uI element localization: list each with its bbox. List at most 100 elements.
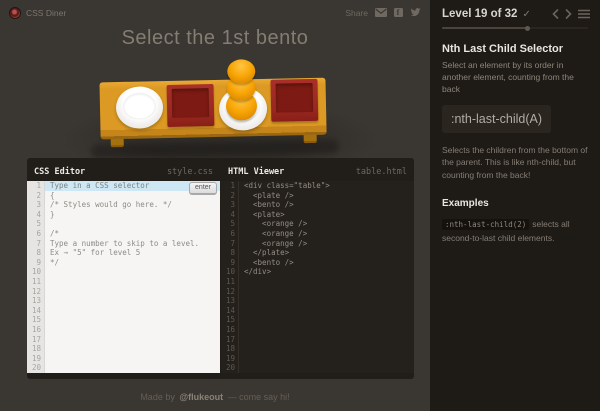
line-number: 15 xyxy=(221,315,239,325)
line-number: 2 xyxy=(27,190,45,201)
code-text: /* Styles would go here. */ xyxy=(50,200,172,210)
html-viewer-line: 12 xyxy=(221,286,414,297)
html-viewer-line: 17 xyxy=(221,334,414,345)
menu-icon[interactable] xyxy=(578,9,590,19)
html-viewer-line: 16 xyxy=(221,324,414,335)
html-viewer-line: 20 xyxy=(221,363,414,373)
bento-1[interactable] xyxy=(166,84,215,127)
line-number: 17 xyxy=(221,334,239,345)
app-title: CSS Diner xyxy=(26,7,67,18)
code-text: <bento /> xyxy=(244,257,294,267)
line-number: 11 xyxy=(221,276,239,287)
css-editor-line[interactable]: 13 xyxy=(27,296,220,306)
line-number: 16 xyxy=(221,324,239,335)
enter-button[interactable]: enter xyxy=(189,182,217,195)
check-icon: ✓ xyxy=(522,8,531,20)
code-text: } xyxy=(50,209,55,219)
main-area: CSS Diner Share f Select the 1st bento C… xyxy=(0,0,430,411)
html-viewer-line: 8 </plate> xyxy=(221,248,414,258)
css-editor-line[interactable]: 12 xyxy=(27,286,220,297)
author-link[interactable]: @flukeout xyxy=(179,392,223,402)
next-level-button[interactable] xyxy=(565,9,572,19)
line-number: 7 xyxy=(221,238,239,249)
html-viewer-line: 5 <orange /> xyxy=(221,219,414,229)
line-number: 1 xyxy=(221,181,239,191)
example-item: :nth-last-child(2) selects all second-to-… xyxy=(442,218,588,245)
line-number: 16 xyxy=(27,324,45,335)
lesson-description: Selects the children from the bottom of … xyxy=(442,144,588,181)
css-editor-line[interactable]: 16 xyxy=(27,324,220,335)
css-editor-line[interactable]: 10 xyxy=(27,267,220,277)
previous-level-button[interactable] xyxy=(552,9,559,19)
line-number: 3 xyxy=(27,200,45,210)
page-title: Select the 1st bento xyxy=(121,27,309,49)
footer-made-by: Made by xyxy=(140,392,175,402)
css-diner-app: CSS Diner Share f Select the 1st bento C… xyxy=(0,0,600,411)
html-viewer-line: 1 <div class="table"> xyxy=(221,181,414,191)
css-editor-line[interactable]: 15 xyxy=(27,315,220,325)
line-number: 20 xyxy=(27,363,45,373)
css-editor-line[interactable]: 17 xyxy=(27,334,220,345)
line-number: 7 xyxy=(27,238,45,249)
table-scene xyxy=(90,56,340,159)
code-text: <div class="table"> xyxy=(244,181,330,190)
css-editor-line[interactable]: 8 Ex → "5" for level 5 xyxy=(27,248,220,258)
css-editor-title: CSS Editor xyxy=(34,167,86,177)
line-number: 12 xyxy=(221,286,239,297)
plate-logo-icon[interactable] xyxy=(9,6,21,19)
bento-2[interactable] xyxy=(270,78,319,122)
css-editor-line[interactable]: 11 xyxy=(27,276,220,287)
facebook-icon[interactable]: f xyxy=(392,8,404,18)
top-bar: CSS Diner Share f xyxy=(0,0,430,20)
html-viewer-line: 18 xyxy=(221,344,414,354)
css-editor-line[interactable]: 6 /* xyxy=(27,228,220,239)
email-icon[interactable] xyxy=(375,8,387,18)
css-editor-line[interactable]: 19 xyxy=(27,353,220,364)
css-editor-line[interactable]: 5 xyxy=(27,219,220,229)
css-editor-line[interactable]: 14 xyxy=(27,305,220,316)
progress-dot xyxy=(525,25,531,31)
code-text: /* xyxy=(50,228,60,238)
share-group: Share f xyxy=(345,8,421,18)
twitter-icon[interactable] xyxy=(409,8,421,18)
progress-fill xyxy=(442,25,531,31)
footer: Made by @flukeout — come say hi! xyxy=(0,392,430,402)
css-editor-line[interactable]: 9 */ xyxy=(27,257,220,268)
css-editor-line[interactable]: 20 xyxy=(27,363,220,373)
code-text: </div> xyxy=(244,267,272,277)
line-number: 5 xyxy=(221,219,239,229)
share-label: Share xyxy=(345,7,368,18)
code-text: <plate> xyxy=(244,209,285,219)
line-number: 4 xyxy=(221,209,239,220)
selector-syntax-box: :nth-last-child(A) xyxy=(442,104,551,133)
line-number: 1 xyxy=(27,181,45,191)
html-viewer-code: 1 <div class="table"> 2 <plate /> 3 <bento … xyxy=(221,181,414,373)
html-viewer-line: 2 <plate /> xyxy=(221,190,414,201)
css-editor-line[interactable]: 3 /* Styles would go here. */ xyxy=(27,200,220,210)
html-viewer-line: 14 xyxy=(221,305,414,316)
html-viewer-line: 6 <orange /> xyxy=(221,228,414,239)
css-editor-line[interactable]: 4} xyxy=(27,209,220,220)
line-number: 13 xyxy=(221,296,239,306)
css-editor-line[interactable]: 7 Type a number to skip to a level. xyxy=(27,238,220,249)
css-editor-header: CSS Editor style.css xyxy=(27,163,220,181)
css-editor-input[interactable]: enter 1 Type in a CSS selector 2{3/* Style… xyxy=(27,181,220,373)
css-editor-line[interactable]: 18 xyxy=(27,344,220,354)
code-text: Type a number to skip to a level. xyxy=(50,238,200,248)
